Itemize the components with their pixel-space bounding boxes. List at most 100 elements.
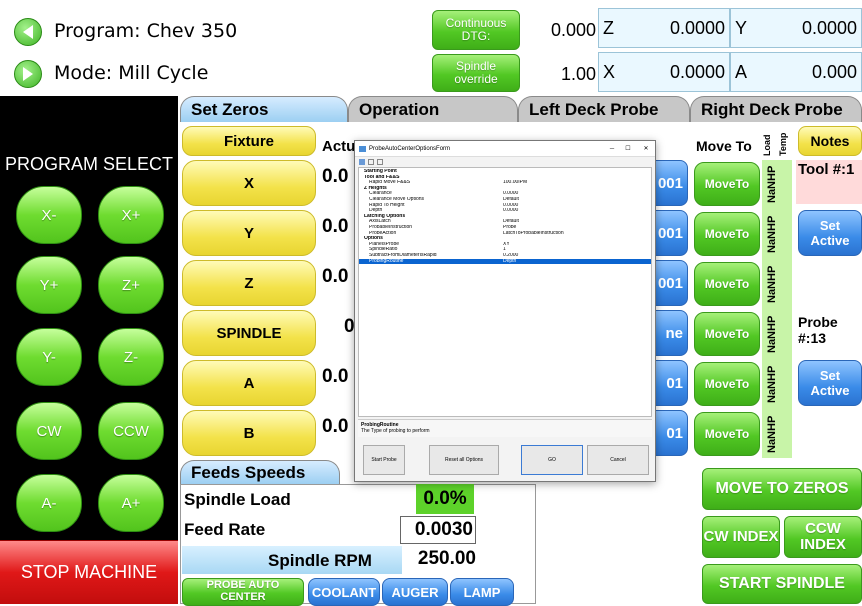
probe-row-1-label: 001 (657, 174, 683, 192)
temp-header: Temp (778, 132, 788, 156)
ccw-index-button[interactable]: CCW INDEX (784, 516, 862, 558)
property-row[interactable]: ProbingRoutine Depth (359, 258, 651, 265)
zero-a-value: 0.0 (322, 366, 349, 387)
zero-spindle-value: 0 (344, 316, 355, 337)
zero-x-button[interactable]: X (182, 160, 316, 206)
form-icon (359, 145, 366, 152)
axis-y-cell: Y 0.0000 (730, 8, 862, 48)
jog-x-minus-button[interactable]: X- (16, 186, 82, 244)
move-to-x-button[interactable]: MoveTo (694, 162, 760, 206)
fixture-button[interactable]: Fixture (182, 126, 316, 156)
auger-button[interactable]: AUGER (382, 578, 448, 606)
property-description: ProbingRoutine The Type of probing to pe… (358, 419, 652, 437)
cancel-button[interactable]: Cancel (587, 445, 649, 475)
move-to-b-button[interactable]: MoveTo (694, 412, 760, 456)
mode-label: Mode: Mill Cycle (54, 62, 209, 84)
nanhp-1: NaNHP (766, 165, 778, 203)
program-button[interactable] (14, 18, 42, 46)
spindle-override-button[interactable]: Spindle override (432, 54, 520, 92)
zero-spindle-button[interactable]: SPINDLE (182, 310, 316, 356)
start-probe-button[interactable]: Start Probe (363, 445, 405, 475)
mode-button[interactable] (14, 60, 42, 88)
jog-z-minus-button[interactable]: Z- (98, 328, 164, 386)
axis-z-value: 0.0000 (669, 18, 725, 38)
continuous-dtg-button[interactable]: Continuous DTG: (432, 10, 520, 50)
maximize-icon[interactable]: ☐ (619, 145, 637, 152)
feed-rate-label: Feed Rate (184, 520, 266, 539)
move-to-y-button[interactable]: MoveTo (694, 212, 760, 256)
reset-options-button[interactable]: Reset all Options (429, 445, 499, 475)
axis-x-label: X (603, 62, 616, 82)
zero-z-button[interactable]: Z (182, 260, 316, 306)
lamp-button[interactable]: LAMP (450, 578, 514, 606)
jog-y-plus-button[interactable]: Y+ (16, 256, 82, 314)
probe-row-3-label: 001 (657, 274, 683, 292)
move-to-zeros-button[interactable]: MOVE TO ZEROS (702, 468, 862, 510)
spindle-rpm-label: Spindle RPM (268, 551, 372, 570)
axis-a-cell: A 0.000 (730, 52, 862, 92)
override-value: 1.00 (560, 64, 596, 84)
close-icon[interactable]: ✕ (637, 145, 655, 152)
go-button[interactable]: GO (521, 445, 583, 475)
probe-number: Probe #:13 (798, 314, 838, 347)
probe-row-2-label: 001 (657, 224, 683, 242)
tab-left-deck-probe[interactable]: Left Deck Probe (518, 96, 690, 122)
jog-x-plus-button[interactable]: X+ (98, 186, 164, 244)
jog-cw-button[interactable]: CW (16, 402, 82, 460)
zero-y-value: 0.0 (322, 216, 349, 237)
probe-auto-center-button[interactable]: PROBE AUTO CENTER (182, 578, 304, 606)
tab-set-zeros[interactable]: Set Zeros (180, 96, 348, 122)
zero-y-button[interactable]: Y (182, 210, 316, 256)
probe-row-6-label: 01 (666, 424, 683, 442)
nanhp-2: NaNHP (766, 215, 778, 253)
tool-number: Tool #:1 (796, 160, 862, 204)
spindle-rpm-value: 250.00 (417, 548, 476, 569)
property-toolbar (355, 157, 655, 166)
arrow-left-icon (23, 25, 33, 39)
move-to-z-button[interactable]: MoveTo (694, 262, 760, 306)
jog-y-minus-button[interactable]: Y- (16, 328, 82, 386)
tab-feeds-speeds[interactable]: Feeds Speeds (180, 460, 340, 484)
move-to-spindle-button[interactable]: MoveTo (694, 312, 760, 356)
stop-machine-button[interactable]: STOP MACHINE (0, 540, 178, 604)
zero-z-value: 0.0 (322, 266, 349, 287)
tab-operation[interactable]: Operation (348, 96, 518, 122)
jog-a-plus-button[interactable]: A+ (98, 474, 164, 532)
probe-options-dialog: ProbeAutoCenterOptionsForm ─ ☐ ✕ Startin… (354, 140, 656, 482)
coolant-button[interactable]: COOLANT (308, 578, 380, 606)
set-active-tool-button[interactable]: Set Active (798, 210, 862, 256)
property-name: ProbingRoutine (369, 258, 404, 264)
property-grid[interactable]: Starting Point Tool and F&&S Rapid Move F&… (358, 167, 652, 417)
cw-index-button[interactable]: CW INDEX (702, 516, 780, 558)
dtg-value: 0.000 (550, 20, 596, 40)
axis-z-label: Z (603, 18, 614, 38)
actual-label: Actu (322, 138, 356, 155)
zero-a-button[interactable]: A (182, 360, 316, 406)
dialog-titlebar: ProbeAutoCenterOptionsForm ─ ☐ ✕ (355, 141, 655, 157)
tool-number-text: Tool #:1 (798, 161, 855, 178)
jog-a-minus-button[interactable]: A- (16, 474, 82, 532)
property-pages-icon[interactable] (377, 158, 383, 165)
property-rows: Starting Point Tool and F&&S Rapid Move F&… (359, 169, 651, 265)
axis-x-cell: X 0.0000 (598, 52, 730, 92)
zero-x-value: 0.0 (322, 166, 349, 187)
jog-ccw-button[interactable]: CCW (98, 402, 164, 460)
load-header: Load (762, 134, 772, 157)
probe-row-5-label: 01 (666, 374, 683, 392)
minimize-icon[interactable]: ─ (605, 146, 619, 152)
axis-y-label: Y (735, 18, 748, 38)
alphabetical-icon[interactable] (368, 158, 374, 165)
axis-z-cell: Z 0.0000 (598, 8, 730, 48)
zero-b-button[interactable]: B (182, 410, 316, 456)
notes-button[interactable]: Notes (798, 126, 862, 156)
spindle-load-label: Spindle Load (184, 490, 291, 509)
jog-z-plus-button[interactable]: Z+ (98, 256, 164, 314)
tab-right-deck-probe[interactable]: Right Deck Probe (690, 96, 862, 122)
program-label: Program: Chev 350 (54, 20, 238, 42)
start-spindle-button[interactable]: START SPINDLE (702, 564, 862, 604)
categorized-icon[interactable] (359, 158, 365, 165)
nanhp-3: NaNHP (766, 265, 778, 303)
program-select-title: PROGRAM SELECT (4, 154, 174, 174)
move-to-a-button[interactable]: MoveTo (694, 362, 760, 406)
set-active-probe-button[interactable]: Set Active (798, 360, 862, 406)
